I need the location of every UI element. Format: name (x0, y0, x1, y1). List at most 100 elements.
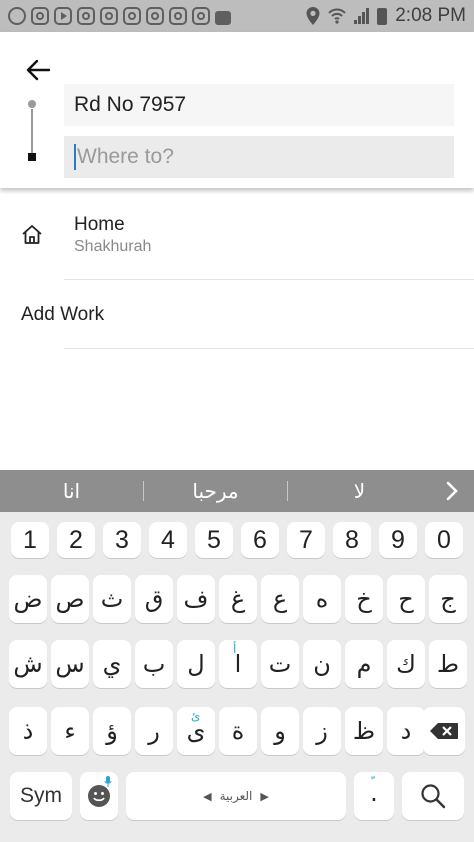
suggestion-bar: انا مرحبا لا (0, 470, 474, 512)
emoji-key[interactable] (80, 772, 118, 820)
letter-key[interactable]: و (261, 707, 299, 755)
key-label: ج (440, 585, 456, 613)
pickup-input[interactable]: Rd No 7957 (64, 84, 454, 126)
saved-place-home[interactable]: Home Shakhurah (0, 205, 474, 279)
letter-key[interactable]: ل (177, 640, 215, 688)
destination-marker-icon (28, 153, 36, 161)
caret-left-icon: ◀ (203, 789, 212, 803)
divider (64, 279, 474, 280)
letter-key[interactable]: غ (219, 575, 257, 623)
letter-key[interactable]: ج (429, 575, 467, 623)
suggestion-3[interactable]: لا (288, 470, 431, 512)
letter-key[interactable]: د (387, 707, 425, 755)
key-label: ح (398, 585, 414, 613)
letter-key[interactable]: ء (51, 707, 89, 755)
letter-key[interactable]: ة (219, 707, 257, 755)
number-key[interactable]: 6 (241, 522, 279, 558)
search-key[interactable] (402, 772, 464, 820)
key-label: 5 (207, 525, 221, 554)
key-label: س (55, 650, 85, 678)
letter-key[interactable]: ن (303, 640, 341, 688)
key-label: ل (187, 650, 205, 678)
key-label: 8 (345, 525, 359, 554)
number-key[interactable]: 9 (379, 522, 417, 558)
symbols-key[interactable]: Sym (10, 772, 72, 820)
letter-key[interactable]: ذ (9, 707, 47, 755)
youtube-icon (54, 7, 72, 25)
number-key[interactable]: 0 (425, 522, 463, 558)
number-key[interactable]: 4 (149, 522, 187, 558)
period-key[interactable]: ّ . (354, 772, 394, 820)
notification-icons (8, 7, 231, 25)
key-label: ي (102, 650, 122, 678)
backspace-key[interactable] (423, 707, 465, 755)
divider (64, 348, 474, 349)
home-title: Home (74, 214, 125, 235)
text-caret (74, 144, 76, 170)
route-line (31, 109, 33, 153)
bag-icon (215, 10, 231, 25)
number-key[interactable]: 8 (333, 522, 371, 558)
back-arrow-icon[interactable] (24, 56, 52, 84)
number-key[interactable]: 1 (11, 522, 49, 558)
letter-key[interactable]: م (345, 640, 383, 688)
period-label: . (370, 779, 378, 807)
wifi-calling-icon (328, 8, 346, 24)
caret-right-icon: ▶ (260, 789, 269, 803)
letter-key[interactable]: ه (303, 575, 341, 623)
instagram-icon (169, 7, 187, 25)
letter-key[interactable]: ر (135, 707, 173, 755)
letter-key[interactable]: خ (345, 575, 383, 623)
chevron-right-icon[interactable] (440, 479, 464, 503)
letter-key[interactable]: ف (177, 575, 215, 623)
letter-key[interactable]: ز (303, 707, 341, 755)
letter-key[interactable]: ث (93, 575, 131, 623)
letter-key[interactable]: ك (387, 640, 425, 688)
instagram-icon (100, 7, 118, 25)
number-key[interactable]: 2 (57, 522, 95, 558)
key-label: خ (356, 585, 372, 613)
number-key[interactable]: 3 (103, 522, 141, 558)
key-label: ث (100, 585, 124, 613)
letter-key[interactable]: ؤ (93, 707, 131, 755)
letter-key[interactable]: ح (387, 575, 425, 623)
key-label: ه (315, 585, 329, 613)
instagram-icon (123, 7, 141, 25)
letter-key[interactable]: ض (9, 575, 47, 623)
key-label: ش (13, 650, 43, 678)
suggestion-2[interactable]: مرحبا (144, 470, 287, 512)
key-label: د (400, 717, 412, 745)
key-label: 4 (161, 525, 175, 554)
letter-key[interactable]: ط (429, 640, 467, 688)
key-label: 1 (23, 525, 37, 554)
key-label: ص (55, 585, 85, 613)
letter-key[interactable]: ت (261, 640, 299, 688)
key-hint: أ (233, 642, 237, 656)
key-label: ة (231, 717, 245, 745)
key-label: و (274, 717, 286, 745)
letter-key[interactable]: ظ (345, 707, 383, 755)
letter-key[interactable]: ع (261, 575, 299, 623)
letter-key[interactable]: س (51, 640, 89, 688)
space-key[interactable]: ◀ العربية ▶ (126, 772, 346, 820)
trip-header: Rd No 7957 Where to? (0, 32, 474, 188)
clock: 2:08 PM (395, 5, 466, 26)
destination-input[interactable]: Where to? (64, 136, 454, 178)
letter-key[interactable]: ي (93, 640, 131, 688)
system-status: 2:08 PM (306, 5, 466, 27)
key-label: 9 (391, 525, 405, 554)
key-label: 3 (115, 525, 129, 554)
letter-key[interactable]: ق (135, 575, 173, 623)
letter-key[interactable]: اأ (219, 640, 257, 688)
letter-key[interactable]: ب (135, 640, 173, 688)
add-work-button[interactable]: Add Work (21, 304, 104, 326)
instagram-icon (146, 7, 164, 25)
number-key[interactable]: 7 (287, 522, 325, 558)
letter-key[interactable]: ش (9, 640, 47, 688)
number-key[interactable]: 5 (195, 522, 233, 558)
letter-key[interactable]: ص (51, 575, 89, 623)
backspace-icon (430, 723, 458, 739)
letter-key[interactable]: ىئ (177, 707, 215, 755)
key-hint: ئ (191, 709, 201, 723)
suggestion-1[interactable]: انا (0, 470, 143, 512)
